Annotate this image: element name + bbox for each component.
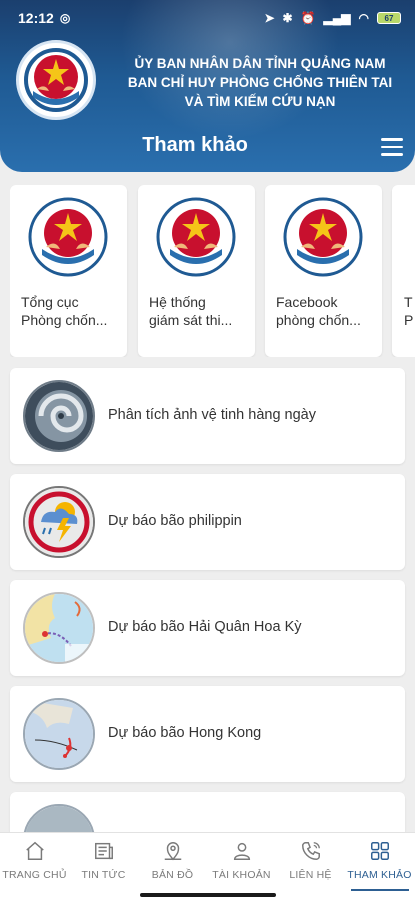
list-item[interactable]: Phân tích ảnh vệ tinh hàng ngày bbox=[10, 368, 405, 464]
reference-card[interactable]: T P bbox=[392, 185, 415, 357]
location-icon: ➤ bbox=[264, 11, 275, 25]
status-bar: 12:12 ◎ ➤ ✱ ⏰ ▂▄▆ ◠ 67 bbox=[18, 6, 401, 30]
nav-account-label: TÀI KHOẢN bbox=[212, 869, 271, 881]
nav-map-label: BẢN ĐỒ bbox=[151, 869, 194, 881]
news-icon bbox=[95, 842, 113, 860]
org-emblem-icon bbox=[28, 197, 108, 277]
phone-icon bbox=[302, 842, 320, 860]
mute-icon: ✱ bbox=[282, 11, 293, 25]
list-item[interactable]: Dự báo bão Hong Kong bbox=[10, 686, 405, 782]
map-thumbnail-icon bbox=[23, 804, 95, 832]
alarm-icon: ⏰ bbox=[300, 11, 316, 25]
weather-warning-icon bbox=[23, 486, 95, 558]
typhoon-track-map-icon bbox=[23, 698, 95, 770]
home-indicator bbox=[140, 893, 276, 897]
battery-icon: 67 bbox=[377, 12, 401, 24]
nav-reference-label: THAM KHẢO bbox=[347, 869, 412, 881]
signal-icon: ▂▄▆ bbox=[323, 11, 351, 25]
list-item-label: Dự báo bão Hải Quân Hoa Kỳ bbox=[108, 619, 302, 635]
org-logo bbox=[16, 40, 96, 120]
active-tab-indicator bbox=[351, 889, 409, 891]
notification-icon: ◎ bbox=[59, 11, 71, 25]
bottom-navigation: TRANG CHỦ TIN TỨC BẢN ĐỒ TÀI KHOẢN LIÊN … bbox=[0, 832, 415, 900]
nav-contact[interactable]: LIÊN HỆ bbox=[276, 833, 345, 893]
map-pin-icon bbox=[164, 842, 182, 861]
nav-news-label: TIN TỨC bbox=[81, 869, 126, 881]
user-icon bbox=[233, 842, 251, 860]
nav-news[interactable]: TIN TỨC bbox=[69, 833, 138, 893]
nav-map[interactable]: BẢN ĐỒ bbox=[138, 833, 207, 893]
home-icon bbox=[26, 841, 44, 860]
org-title: ỦY BAN NHÂN DÂN TỈNH QUẢNG NAM BAN CHỈ H… bbox=[110, 54, 410, 111]
list-item[interactable]: Dự báo bão philippin bbox=[10, 474, 405, 570]
satellite-image-icon bbox=[23, 380, 95, 452]
status-time: 12:12 bbox=[18, 10, 54, 26]
list-item-label: Phân tích ảnh vệ tinh hàng ngày bbox=[108, 407, 316, 423]
storm-map-icon bbox=[23, 592, 95, 664]
list-item-label: Dự báo bão Hong Kong bbox=[108, 725, 262, 741]
hamburger-menu-icon[interactable] bbox=[381, 138, 403, 156]
reference-card[interactable]: Tổng cục Phòng chốn... bbox=[10, 185, 127, 357]
reference-card-title: Tổng cục Phòng chốn... bbox=[21, 294, 108, 328]
reference-cards-carousel[interactable]: Tổng cục Phòng chốn... Hệ thống giám sát… bbox=[10, 185, 415, 357]
org-title-line1: ỦY BAN NHÂN DÂN TỈNH QUẢNG NAM bbox=[134, 56, 386, 71]
nav-reference[interactable]: THAM KHẢO bbox=[345, 833, 414, 893]
org-title-line2: BAN CHỈ HUY PHÒNG CHỐNG THIÊN TAI bbox=[127, 75, 393, 90]
reference-card-title: Facebook phòng chốn... bbox=[276, 294, 361, 328]
reference-card-title: T P bbox=[404, 294, 414, 328]
grid-icon bbox=[371, 842, 389, 860]
page-title: Tham khảo bbox=[142, 134, 248, 156]
org-emblem-icon bbox=[283, 197, 363, 277]
org-emblem-icon bbox=[156, 197, 236, 277]
app-header: 12:12 ◎ ➤ ✱ ⏰ ▂▄▆ ◠ 67 ỦY BAN NHÂN DÂN T… bbox=[0, 0, 415, 172]
reference-card[interactable]: Hệ thống giám sát thi... bbox=[138, 185, 255, 357]
reference-card[interactable]: Facebook phòng chốn... bbox=[265, 185, 382, 357]
org-title-line3: VÀ TÌM KIẾM CỨU NẠN bbox=[184, 94, 336, 109]
nav-home[interactable]: TRANG CHỦ bbox=[0, 833, 69, 893]
reference-card-title: Hệ thống giám sát thi... bbox=[149, 294, 233, 328]
list-item[interactable]: Dự báo bão Hải Quân Hoa Kỳ bbox=[10, 580, 405, 676]
nav-home-label: TRANG CHỦ bbox=[2, 869, 67, 881]
nav-contact-label: LIÊN HỆ bbox=[289, 869, 332, 881]
list-item[interactable] bbox=[10, 792, 405, 832]
wifi-icon: ◠ bbox=[358, 11, 369, 25]
list-item-label: Dự báo bão philippin bbox=[108, 513, 242, 529]
nav-account[interactable]: TÀI KHOẢN bbox=[207, 833, 276, 893]
